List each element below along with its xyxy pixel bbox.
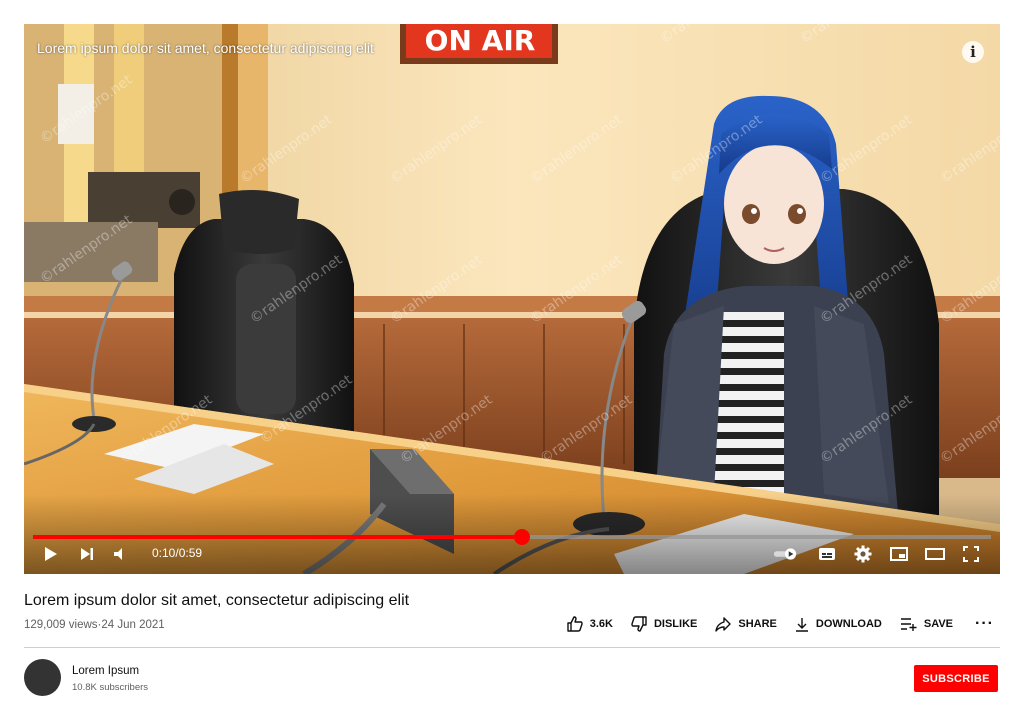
miniplayer-icon [890,547,908,561]
autoplay-toggle[interactable] [772,541,798,567]
playlist-add-icon [900,618,917,631]
view-count: 129,009 views [24,619,98,631]
subtitles-icon [819,548,835,560]
autoplay-icon [773,548,797,560]
volume-icon [114,548,122,560]
video-player[interactable]: ON AIR ©rahlenpro.net ©rahlenpro.net ©ra… [24,24,1000,574]
time-display: 0:10/0:59 [152,546,203,560]
save-button[interactable]: SAVE [900,617,953,631]
upload-date: 24 Jun 2021 [101,619,165,631]
download-label: DOWNLOAD [815,618,882,630]
save-label: SAVE [923,618,954,630]
fullscreen-icon [963,546,979,562]
thumbs-down-icon [631,616,647,632]
theater-icon [925,548,945,560]
action-bar: 3.6K DISLIKE SHARE DOWNLOAD SAVE ··· [549,616,994,632]
download-button[interactable]: DOWNLOAD [795,617,882,632]
next-button[interactable] [74,541,100,567]
miniplayer-button[interactable] [886,541,912,567]
fullscreen-button[interactable] [958,541,984,567]
on-air-sign: ON AIR [425,24,536,57]
divider [24,647,1000,648]
dislike-button[interactable]: DISLIKE [631,616,697,632]
settings-button[interactable] [850,541,876,567]
subscriber-count: 10.8K subscribers [72,682,149,693]
player-controls: 0:10/0:59 [24,534,1000,574]
dislike-label: DISLIKE [653,618,698,630]
volume-button[interactable] [108,541,134,567]
share-icon [715,616,732,632]
like-button[interactable]: 3.6K [567,616,613,632]
theater-mode-button[interactable] [922,541,948,567]
more-actions-button[interactable]: ··· [975,616,994,632]
video-frame: ON AIR ©rahlenpro.net ©rahlenpro.net ©ra… [24,24,1000,574]
like-count: 3.6K [589,618,613,630]
thumbs-up-icon [567,616,583,632]
subtitles-button[interactable] [814,541,840,567]
next-icon [81,548,93,560]
play-button[interactable] [38,541,64,567]
play-icon [45,547,57,561]
video-title: Lorem ipsum dolor sit amet, consectetur … [24,592,410,609]
channel-avatar[interactable] [24,659,61,696]
video-meta: 129,009 views·24 Jun 2021 [24,619,165,631]
subscribe-button[interactable]: SUBSCRIBE [914,665,998,692]
share-label: SHARE [738,618,777,630]
channel-name[interactable]: Lorem Ipsum [72,665,139,677]
overlay-title: Lorem ipsum dolor sit amet, consectetur … [37,40,374,56]
share-button[interactable]: SHARE [715,616,777,632]
download-icon [795,617,808,632]
gear-icon [854,545,872,563]
info-button[interactable]: i [962,41,984,63]
